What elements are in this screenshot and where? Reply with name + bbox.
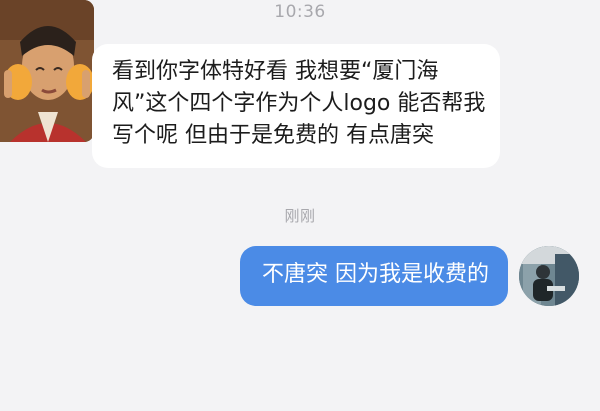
incoming-message-text: 看到你字体特好看 我想要“厦门海风”这个四个字作为个人logo 能否帮我写个呢 … — [112, 59, 486, 148]
my-avatar[interactable] — [519, 246, 579, 306]
sender-avatar-image — [0, 0, 94, 142]
recent-timestamp: 刚刚 — [284, 207, 316, 225]
incoming-message-bubble[interactable]: 看到你字体特好看 我想要“厦门海风”这个四个字作为个人logo 能否帮我写个呢 … — [92, 44, 500, 168]
sender-avatar[interactable] — [0, 0, 94, 142]
outgoing-message-text: 不唐突 因为我是收费的 — [262, 262, 489, 287]
my-avatar-image — [519, 246, 579, 306]
outgoing-message-bubble[interactable]: 不唐突 因为我是收费的 — [240, 246, 508, 306]
